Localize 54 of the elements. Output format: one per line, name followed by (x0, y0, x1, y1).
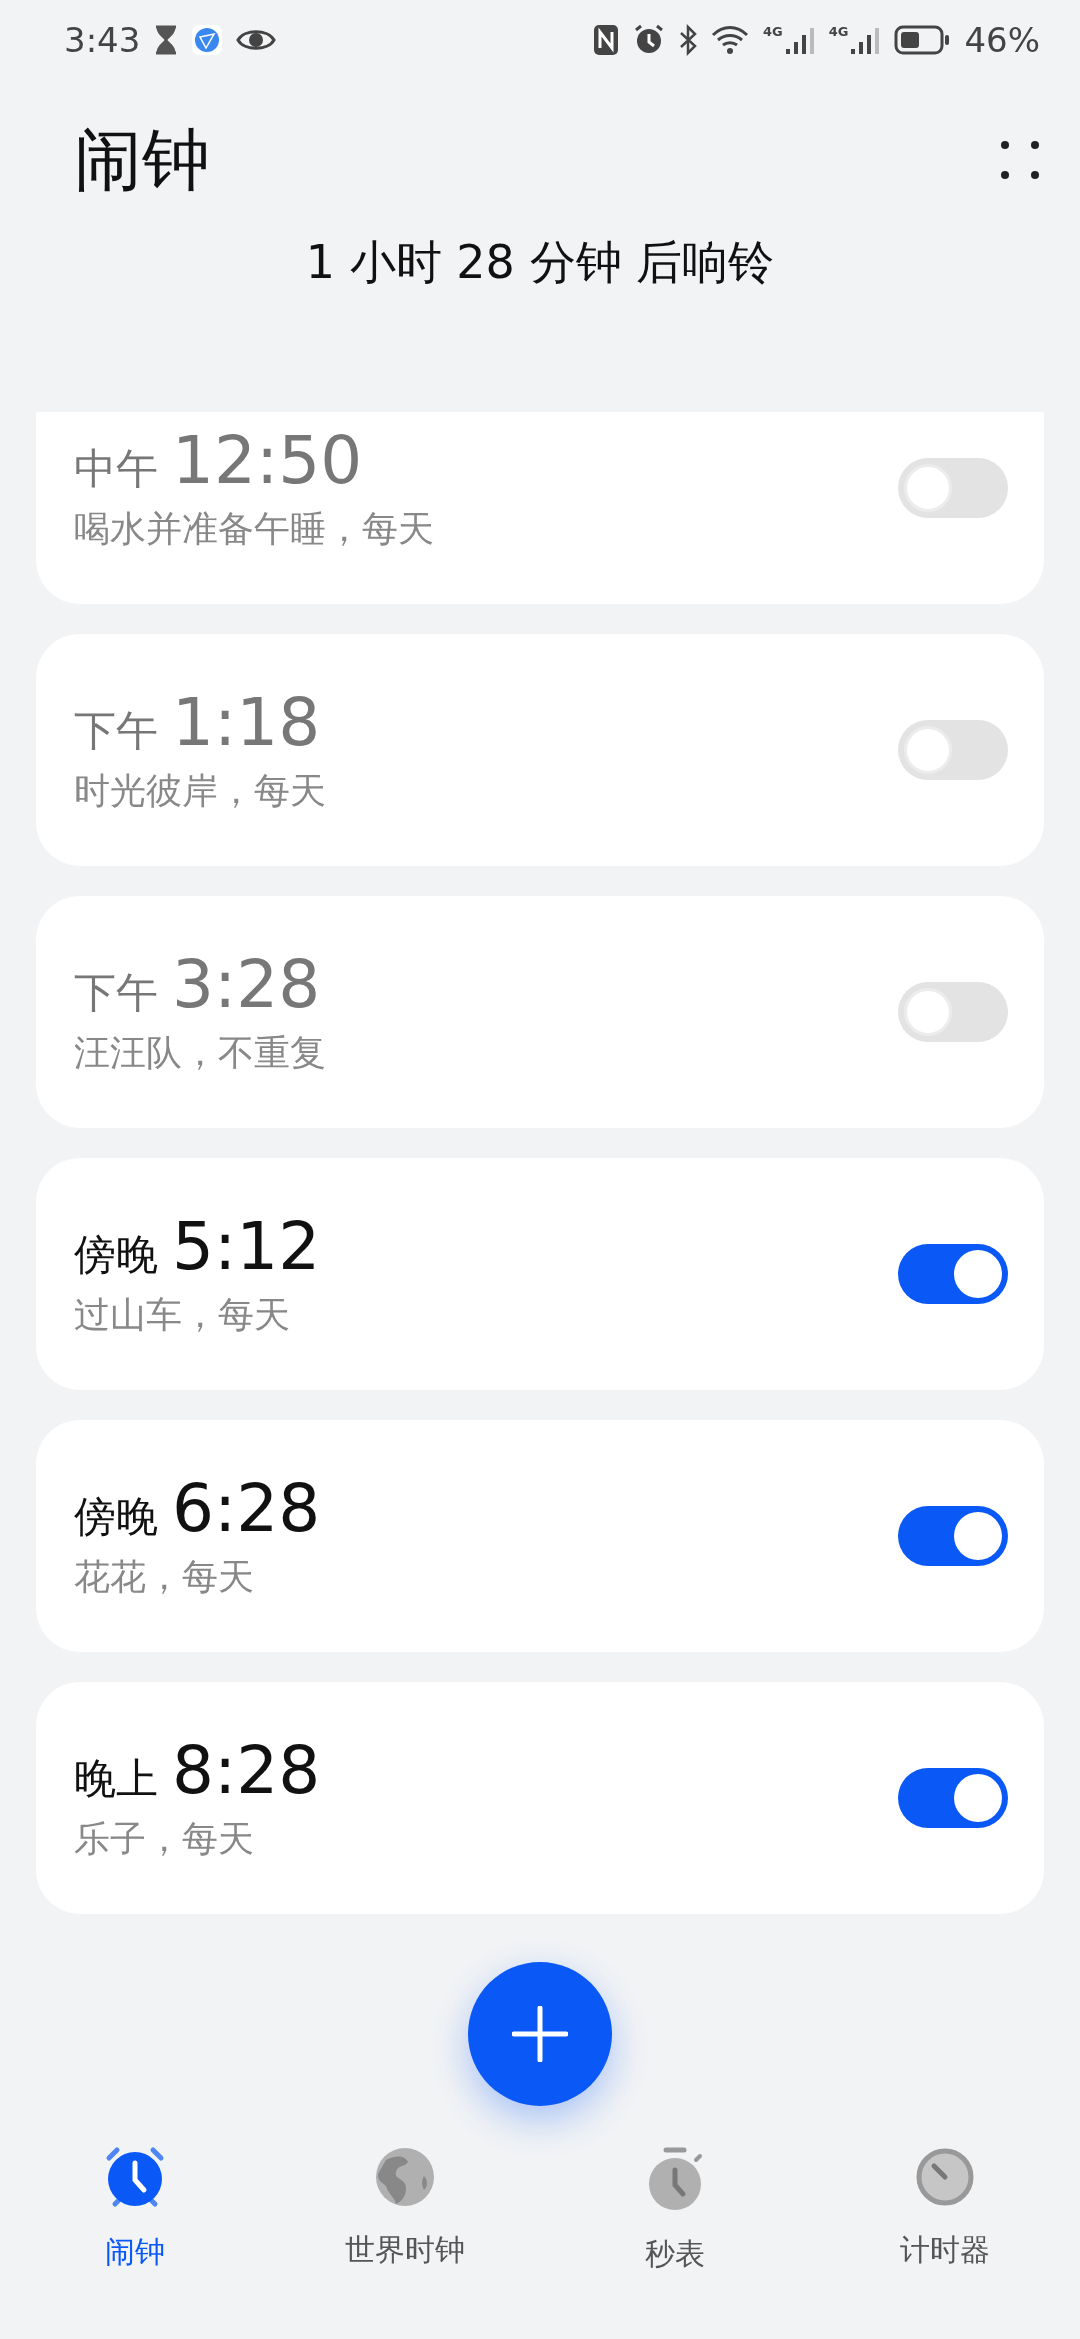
page-title: 闹钟 (74, 118, 210, 201)
battery-percentage: 46% (964, 20, 1040, 60)
network-type-label: 4G (828, 25, 849, 39)
bluetooth-icon (679, 24, 697, 56)
wifi-icon (711, 25, 749, 55)
alarm-card[interactable]: 下午 1:18 时光彼岸，每天 (36, 634, 1044, 866)
alarm-icon (633, 24, 665, 56)
nfc-icon (593, 24, 619, 56)
eye-icon (236, 27, 277, 53)
alarm-label: 喝水并准备午睡，每天 (74, 507, 435, 551)
battery-icon (894, 25, 951, 55)
alarm-label: 过山车，每天 (74, 1293, 291, 1337)
alarm-card[interactable]: 中午 12:50 喝水并准备午睡，每天 (36, 412, 1044, 604)
signal-icon (850, 25, 881, 55)
network-type-label: 4G (763, 25, 783, 39)
status-time: 3:43 (64, 20, 141, 60)
alarm-card[interactable]: 傍晚 5:12 过山车，每天 (36, 1158, 1044, 1390)
alarm-period: 晚上 (74, 1753, 158, 1805)
nav-tab[interactable]: 世界时钟 (270, 2146, 540, 2275)
app-icon (192, 25, 223, 55)
nav-tab[interactable]: 秒表 (540, 2146, 810, 2275)
alarm-toggle[interactable] (898, 1244, 1008, 1304)
globe-icon (374, 2146, 436, 2208)
alarm-period: 下午 (74, 967, 158, 1019)
plus-icon (512, 2006, 568, 2062)
alarm-period: 下午 (74, 705, 158, 757)
alarm-label: 时光彼岸，每天 (74, 769, 327, 813)
alarm-time: 12:50 (172, 422, 363, 499)
hourglass-icon (154, 25, 179, 55)
signal-icon (784, 25, 815, 55)
alarm-toggle[interactable] (898, 1768, 1008, 1828)
alarm-card[interactable]: 下午 3:28 汪汪队，不重复 (36, 896, 1044, 1128)
alarm-time: 3:28 (172, 946, 321, 1023)
alarm-period: 中午 (74, 443, 158, 495)
alarm-time: 5:12 (172, 1208, 321, 1285)
alarm-label: 汪汪队，不重复 (74, 1031, 327, 1075)
nav-tab[interactable]: 计时器 (810, 2146, 1080, 2275)
alarm-toggle[interactable] (898, 1506, 1008, 1566)
timer-icon (914, 2146, 976, 2208)
alarm-period: 傍晚 (74, 1229, 158, 1281)
nav-tab[interactable]: 闹钟 (0, 2146, 270, 2275)
more-options-icon[interactable] (1000, 140, 1040, 180)
alarm-toggle[interactable] (898, 982, 1008, 1042)
alarm-time: 8:28 (172, 1732, 321, 1809)
alarm-label: 花花，每天 (74, 1555, 255, 1599)
alarm-card[interactable]: 晚上 8:28 乐子，每天 (36, 1682, 1044, 1914)
alarm-time: 1:18 (172, 684, 321, 761)
alarm-time: 6:28 (172, 1470, 321, 1547)
alarm-card[interactable]: 傍晚 6:28 花花，每天 (36, 1420, 1044, 1652)
alarm-period: 傍晚 (74, 1491, 158, 1543)
next-alarm-countdown: 1 小时 28 分钟 后响铃 (304, 234, 776, 291)
alarm-toggle[interactable] (898, 720, 1008, 780)
alarm-toggle[interactable] (898, 458, 1008, 518)
alarm-label: 乐子，每天 (74, 1817, 255, 1861)
